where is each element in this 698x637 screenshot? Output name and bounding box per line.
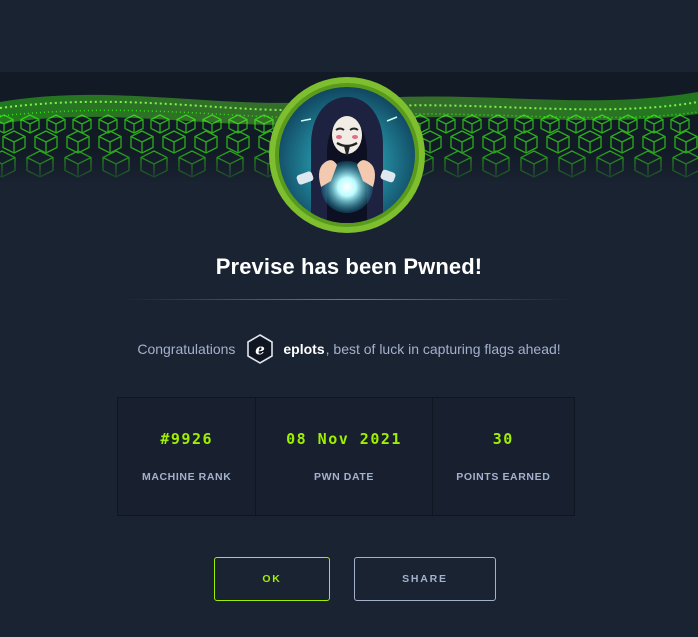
pwn-stats: #9926 MACHINE RANK 08 Nov 2021 PWN DATE …: [117, 397, 575, 516]
title-divider: [124, 299, 574, 300]
machine-avatar: [267, 75, 427, 235]
congrats-suffix: , best of luck in capturing flags ahead!: [325, 341, 561, 357]
points-earned-label: POINTS EARNED: [456, 471, 551, 483]
user-badge-icon[interactable]: e: [245, 334, 275, 364]
points-earned-value: 30: [492, 430, 514, 448]
machine-rank-value: #9926: [160, 430, 214, 448]
svg-text:e: e: [256, 341, 266, 359]
congrats-message: Congratulations e eplots , best of luck …: [0, 334, 698, 364]
share-button[interactable]: SHARE: [354, 557, 496, 601]
pwn-date-label: PWN DATE: [313, 471, 375, 483]
ok-button[interactable]: OK: [214, 557, 330, 601]
stat-points-earned: 30 POINTS EARNED: [433, 398, 574, 515]
pwned-title: Previse has been Pwned!: [215, 254, 483, 279]
machine-rank-label: MACHINE RANK: [141, 471, 232, 483]
username-link[interactable]: eplots: [283, 341, 324, 357]
stat-machine-rank: #9926 MACHINE RANK: [118, 398, 257, 515]
pwn-date-value: 08 Nov 2021: [286, 430, 402, 448]
masked-hacker-avatar-icon: [269, 77, 425, 233]
stat-pwn-date: 08 Nov 2021 PWN DATE: [256, 398, 433, 515]
congrats-prefix: Congratulations: [137, 341, 236, 357]
